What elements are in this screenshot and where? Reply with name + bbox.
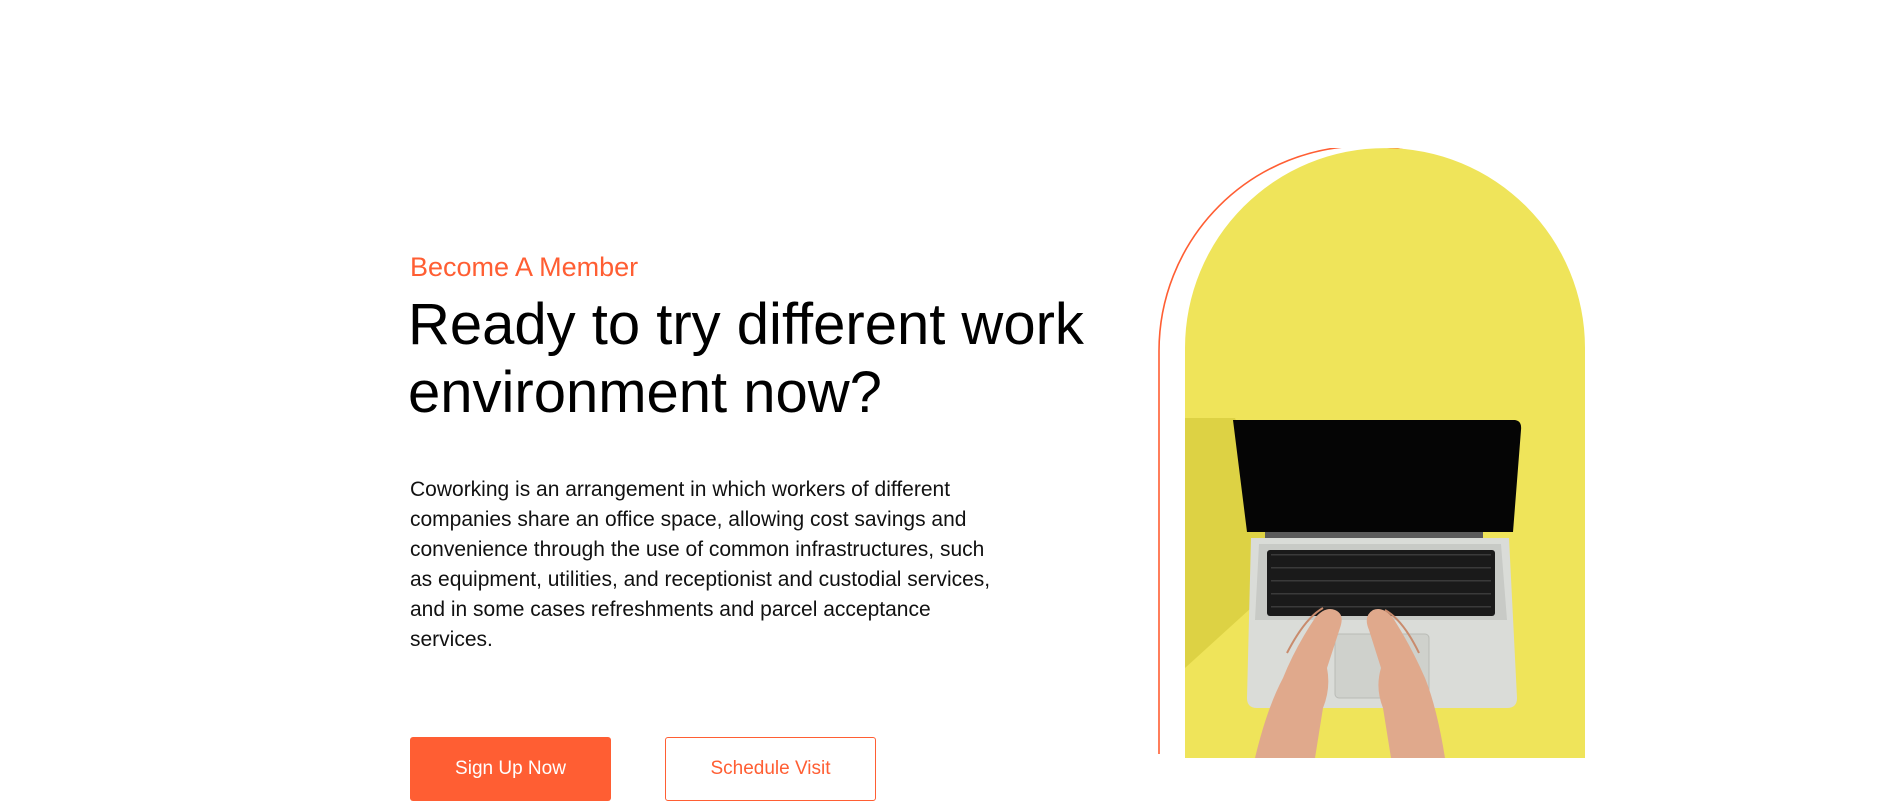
section-eyebrow: Become A Member bbox=[410, 252, 639, 282]
schedule-visit-button[interactable]: Schedule Visit bbox=[665, 737, 876, 801]
hero-image bbox=[1158, 148, 1585, 758]
sign-up-button[interactable]: Sign Up Now bbox=[410, 737, 611, 801]
page-title: Ready to try different work environment … bbox=[408, 292, 1084, 425]
hero-description: Coworking is an arrangement in which wor… bbox=[410, 478, 991, 651]
